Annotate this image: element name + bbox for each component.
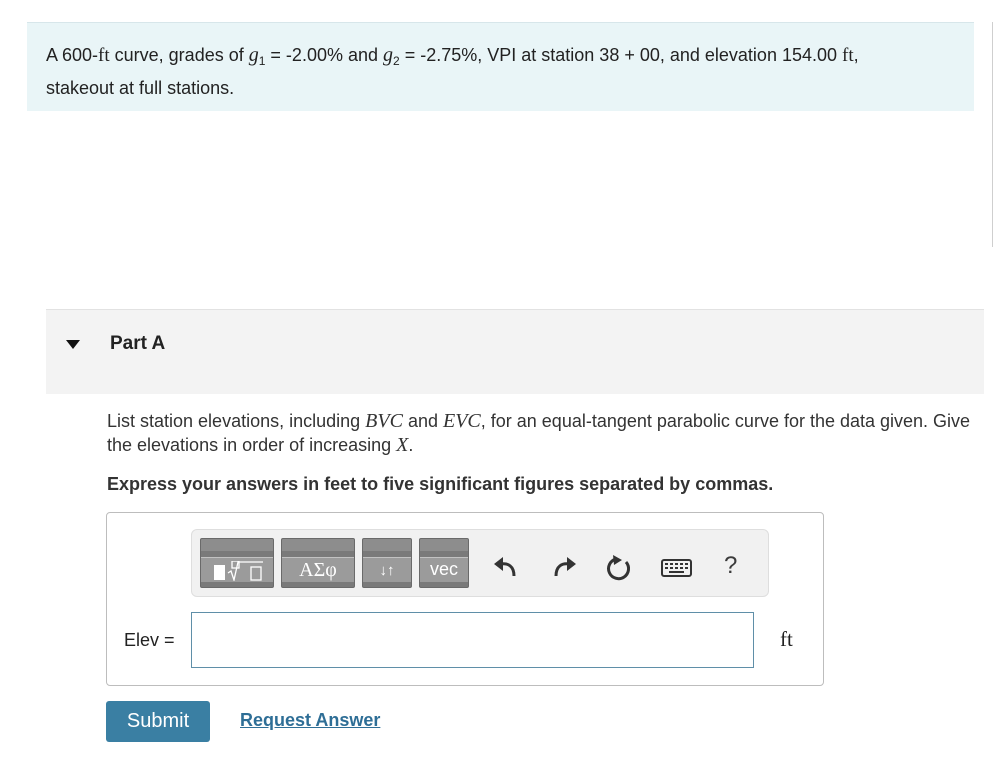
problem-text-part: = -2.00% and xyxy=(265,45,384,65)
math-toolbar: ΑΣφ ↓↑ vec ? xyxy=(191,529,769,597)
part-a-header[interactable]: Part A xyxy=(46,309,984,394)
reset-icon xyxy=(607,555,631,581)
greek-symbols-label: ΑΣφ xyxy=(299,559,337,581)
answer-unit: ft xyxy=(780,627,793,651)
question-text: List station elevations, including BVC a… xyxy=(107,409,977,457)
grade-symbol-g2: g xyxy=(383,44,394,66)
redo-button[interactable] xyxy=(549,554,579,582)
problem-text-part: , xyxy=(853,45,859,65)
redo-icon xyxy=(554,557,576,577)
keyboard-icon xyxy=(661,559,692,577)
math-x: X xyxy=(396,434,409,456)
answer-area: ΑΣφ ↓↑ vec ? Elev = ft xyxy=(106,512,824,686)
grade-symbol-g1: g xyxy=(248,44,259,66)
math-evc: EVC xyxy=(442,410,481,432)
unit-ft: ft xyxy=(98,45,110,66)
reset-button[interactable] xyxy=(604,554,634,582)
problem-text: A 600-ft curve, grades of g1 = -2.00% an… xyxy=(46,42,954,102)
part-title: Part A xyxy=(110,333,166,354)
submit-button[interactable]: Submit xyxy=(106,701,210,742)
vector-label: vec xyxy=(429,559,458,579)
problem-text-part: A 600- xyxy=(46,45,99,65)
problem-text-part: curve, grades of xyxy=(109,45,249,65)
question-text-part: and xyxy=(402,411,443,431)
grade-subscript-2: 2 xyxy=(393,54,400,68)
undo-icon xyxy=(494,557,516,577)
answer-instruction: Express your answers in feet to five sig… xyxy=(107,474,774,494)
unit-ft: ft xyxy=(842,45,854,66)
answer-label: Elev = xyxy=(124,630,175,650)
vector-button[interactable]: vec xyxy=(419,538,469,588)
templates-button[interactable] xyxy=(200,538,274,588)
arrows-label: ↓↑ xyxy=(379,562,395,579)
arrows-button[interactable]: ↓↑ xyxy=(362,538,412,588)
request-answer-link[interactable]: Request Answer xyxy=(240,710,380,731)
problem-text-line2: stakeout at full stations. xyxy=(46,78,235,98)
help-button[interactable]: ? xyxy=(724,552,737,580)
right-divider xyxy=(992,22,993,247)
math-bvc: BVC xyxy=(365,410,403,432)
collapse-caret-icon[interactable] xyxy=(66,340,80,349)
answer-input[interactable] xyxy=(191,612,754,668)
templates-icon xyxy=(214,561,263,581)
keyboard-button[interactable] xyxy=(660,554,694,582)
greek-symbols-button[interactable]: ΑΣφ xyxy=(281,538,355,588)
problem-statement: A 600-ft curve, grades of g1 = -2.00% an… xyxy=(27,22,974,111)
undo-button[interactable] xyxy=(491,554,521,582)
question-text-part: List station elevations, including xyxy=(107,411,366,431)
question-text-part: . xyxy=(408,435,414,455)
problem-text-part: = -2.75%, VPI at station 38 + 00, and el… xyxy=(399,45,843,65)
